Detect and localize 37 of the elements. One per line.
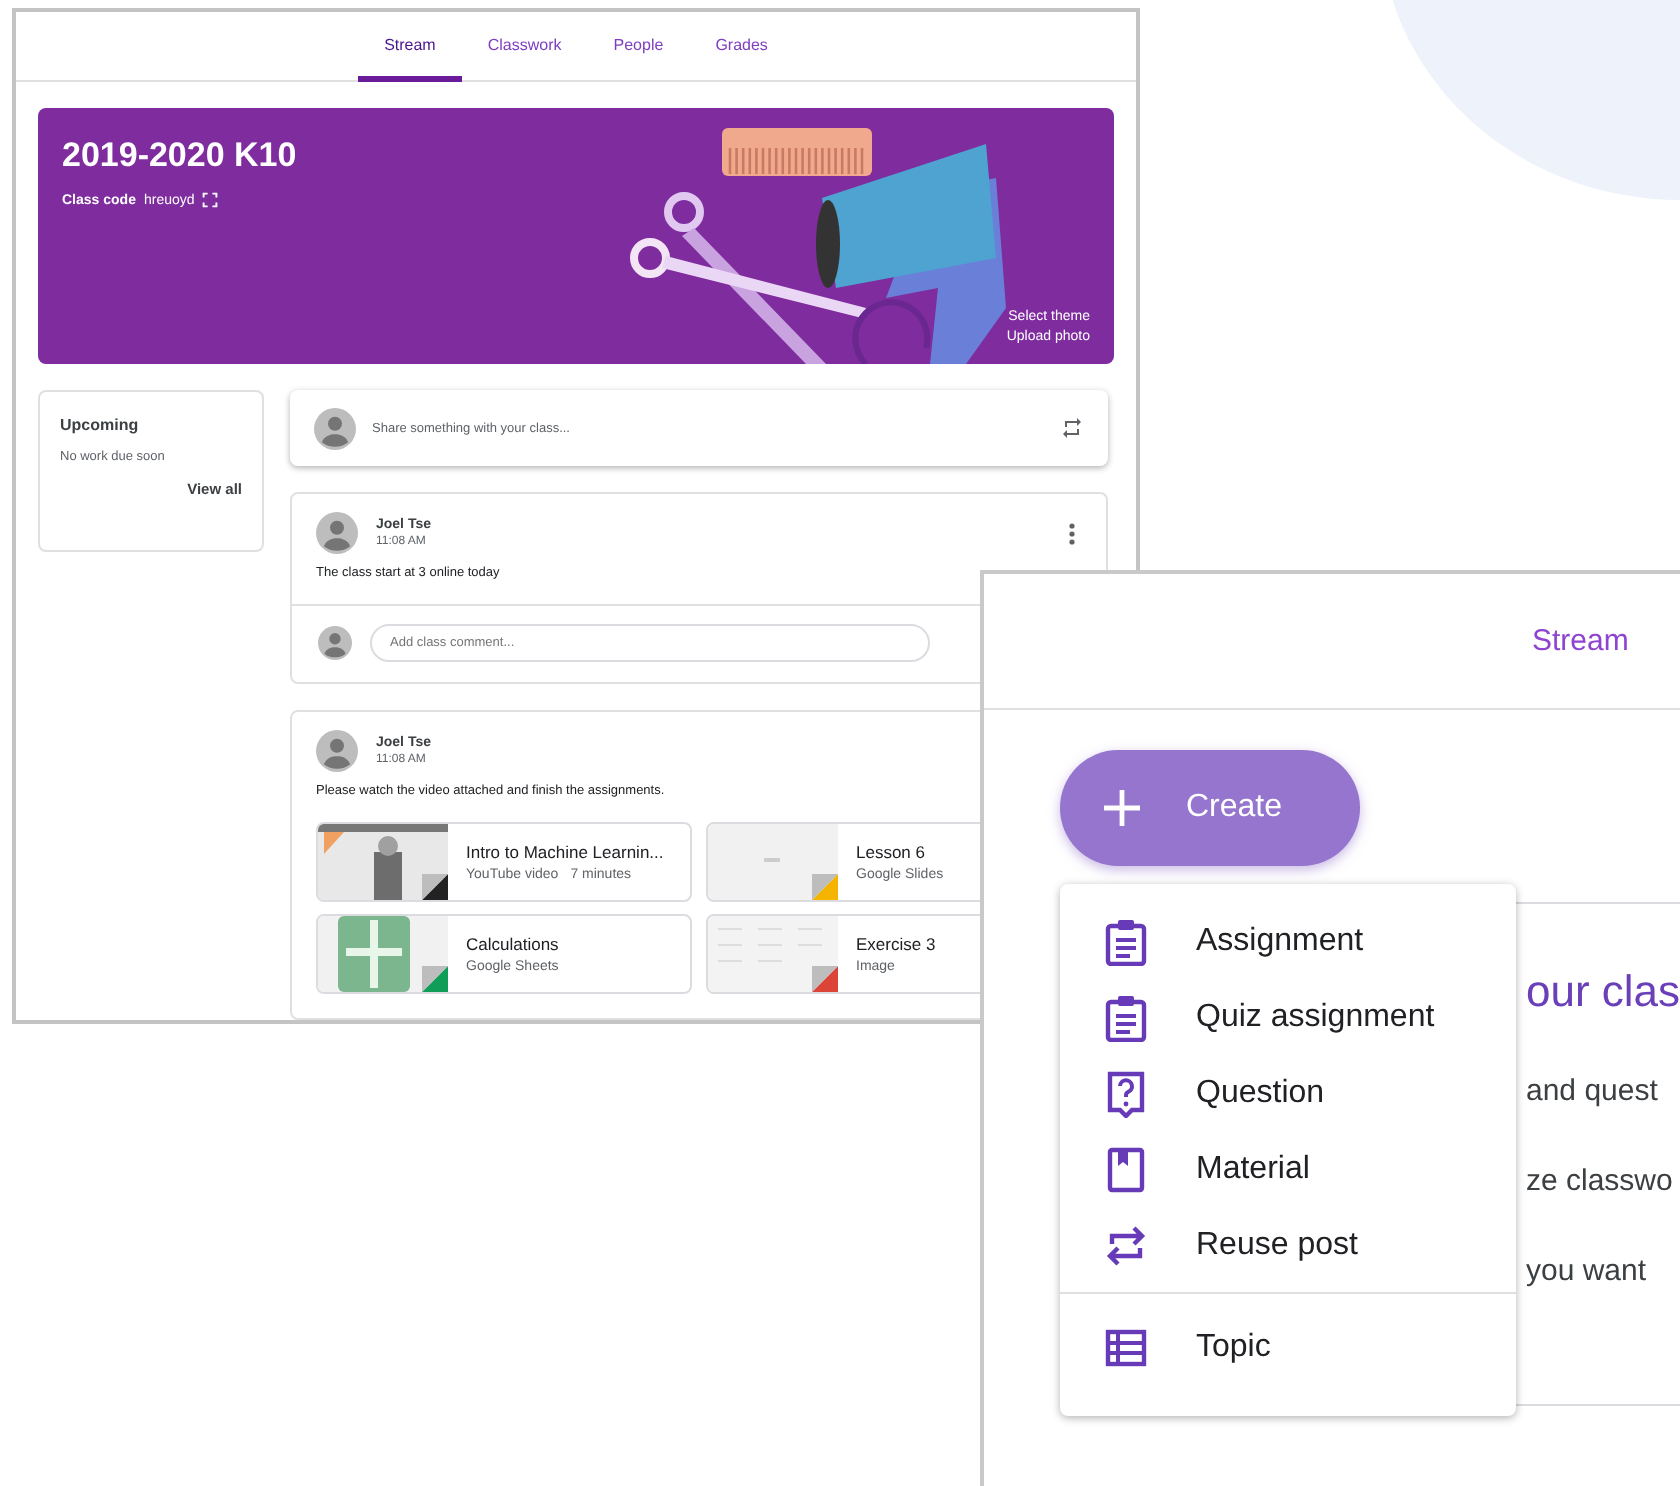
clipboard-icon: [1104, 918, 1148, 966]
plus-icon: [1102, 788, 1142, 828]
card-text: you want: [1526, 1254, 1649, 1288]
class-title: 2019-2020 K10: [62, 136, 299, 176]
attachment-title: Lesson 6: [856, 842, 927, 862]
menu-item[interactable]: Topic: [1060, 1310, 1516, 1386]
avatar-icon: [314, 407, 356, 449]
upcoming-title: Upcoming: [60, 416, 141, 434]
tab[interactable]: Grades: [689, 12, 794, 82]
tab[interactable]: People: [587, 12, 690, 82]
card-heading: our clas: [1526, 966, 1680, 1018]
card-text: and quest: [1526, 1074, 1660, 1108]
create-button[interactable]: Create: [1060, 750, 1360, 866]
attachment-title: Intro to Machine Learnin...: [466, 842, 664, 862]
list-icon: [1104, 1324, 1148, 1372]
card-text: ze classwo: [1526, 1164, 1675, 1198]
tab[interactable]: Stream: [358, 12, 462, 82]
slides-thumbnail: [708, 824, 838, 900]
repeat-icon: [1060, 416, 1084, 440]
tab[interactable]: Classwork: [461, 12, 588, 82]
attachment-title: Exercise 3: [856, 934, 936, 954]
avatar-icon: [318, 626, 352, 660]
video-thumbnail: [318, 824, 448, 900]
menu-item[interactable]: Reuse post: [1060, 1208, 1516, 1284]
question-icon: [1104, 1070, 1148, 1118]
clipboard-icon: [1104, 994, 1148, 1042]
tab[interactable]: Stream: [1532, 624, 1629, 658]
bookmark-icon: [1104, 1146, 1148, 1194]
fullscreen-icon: [202, 192, 219, 208]
menu-item[interactable]: Question: [1060, 1056, 1516, 1132]
menu-item[interactable]: Material: [1060, 1132, 1516, 1208]
image-thumbnail: [708, 916, 838, 992]
repeat-icon: [1104, 1222, 1148, 1270]
avatar-icon: [316, 512, 358, 554]
sheets-thumbnail: [318, 916, 448, 992]
attachment-title: Calculations: [466, 934, 559, 954]
avatar-icon: [316, 730, 358, 772]
